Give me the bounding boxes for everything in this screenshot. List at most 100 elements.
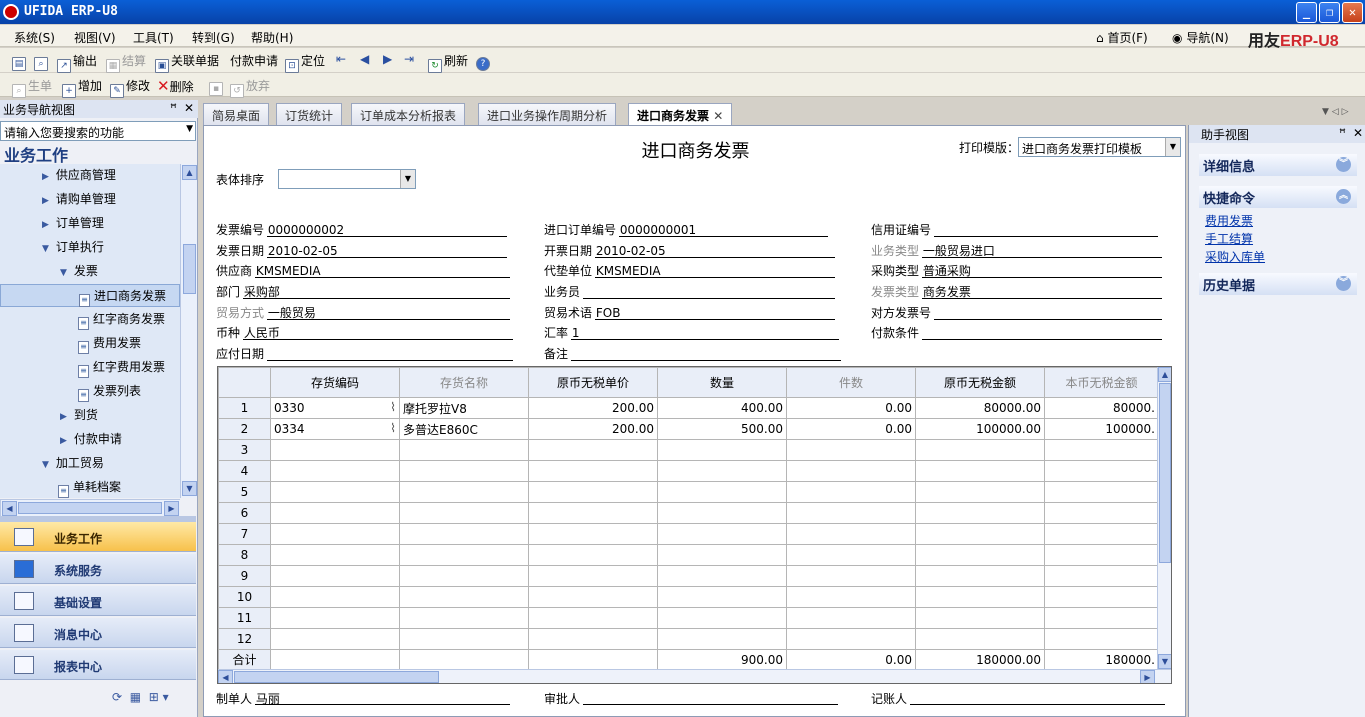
cell-amount[interactable] xyxy=(915,565,1045,587)
grid-vertical-scrollbar[interactable]: ▲ ▼ xyxy=(1157,367,1171,669)
cell-amount[interactable] xyxy=(915,481,1045,503)
cell-pieces[interactable] xyxy=(786,544,916,566)
col-amount[interactable]: 原币无税金额 xyxy=(915,367,1045,398)
cell-amount[interactable] xyxy=(915,544,1045,566)
approver-field[interactable]: 审批人 xyxy=(544,690,580,707)
cell-amount[interactable] xyxy=(915,460,1045,482)
cell-pieces[interactable] xyxy=(786,607,916,629)
cell-name[interactable] xyxy=(399,565,529,587)
link-purchase-receipt[interactable]: 采购入库单 xyxy=(1205,248,1265,265)
cell-code[interactable] xyxy=(270,628,400,650)
cell-local[interactable]: 100000. xyxy=(1044,418,1159,440)
delete-button[interactable]: ✕删除 xyxy=(157,77,194,95)
scroll-thumb[interactable] xyxy=(1159,383,1171,563)
cell-amount[interactable] xyxy=(915,523,1045,545)
scroll-left-icon[interactable]: ◀ xyxy=(2,501,17,516)
tree-item-expense-invoice[interactable]: ≡ 费用发票 xyxy=(0,332,180,355)
cell-name[interactable] xyxy=(399,502,529,524)
cell-code[interactable] xyxy=(270,586,400,608)
cell-price[interactable] xyxy=(528,523,658,545)
add-button[interactable]: + 增加 xyxy=(62,77,102,98)
cell-pieces[interactable] xyxy=(786,565,916,587)
close-tab-icon[interactable]: ✕ xyxy=(713,109,723,123)
print-button[interactable]: ▤ xyxy=(12,52,28,71)
cell-name[interactable]: 多普达E860C xyxy=(399,418,529,440)
cell-code[interactable] xyxy=(270,523,400,545)
tree-item-order-mgmt[interactable]: ▶ 订单管理 xyxy=(0,212,180,235)
table-row[interactable]: 8 xyxy=(218,544,1159,566)
tree-item-red-expense[interactable]: ≡ 红字费用发票 xyxy=(0,356,180,379)
cell-code[interactable]: 0334 ⌇ xyxy=(270,418,400,440)
scroll-down-icon[interactable]: ▼ xyxy=(182,481,197,496)
remark-field[interactable]: 备注 xyxy=(544,345,568,362)
cell-price[interactable] xyxy=(528,544,658,566)
cell-name[interactable] xyxy=(399,439,529,461)
pin-icon[interactable]: ꟸ xyxy=(1339,126,1346,140)
col-pieces[interactable]: 件数 xyxy=(786,367,916,398)
cell-qty[interactable] xyxy=(657,523,787,545)
cell-local[interactable] xyxy=(1044,460,1159,482)
close-button[interactable]: ✕ xyxy=(1342,2,1363,23)
cell-price[interactable] xyxy=(528,481,658,503)
cell-local[interactable] xyxy=(1044,586,1159,608)
cell-code[interactable] xyxy=(270,607,400,629)
menu-system[interactable]: 系统(S) xyxy=(14,29,55,46)
cell-qty[interactable] xyxy=(657,439,787,461)
nav-link[interactable]: ◉ 导航(N) xyxy=(1172,29,1229,46)
table-row[interactable]: 12 xyxy=(218,628,1159,650)
scroll-down-icon[interactable]: ▼ xyxy=(1158,654,1171,669)
cell-local[interactable] xyxy=(1044,439,1159,461)
cell-price[interactable]: 200.00 xyxy=(528,418,658,440)
cell-qty[interactable] xyxy=(657,628,787,650)
menu-help[interactable]: 帮助(H) xyxy=(251,29,293,46)
cell-price[interactable] xyxy=(528,586,658,608)
lc-no-field[interactable]: 信用证编号 xyxy=(871,221,931,238)
cell-name[interactable] xyxy=(399,481,529,503)
abandon-button[interactable]: ↺ 放弃 xyxy=(230,77,270,98)
cell-qty[interactable] xyxy=(657,544,787,566)
col-local-amount[interactable]: 本币无税金额 xyxy=(1044,367,1159,398)
table-row[interactable]: 2 0334 ⌇ 多普达E860C 200.00 500.00 0.00 100000.00 1… xyxy=(218,418,1159,440)
tab-list-icon[interactable]: ▼ xyxy=(1322,107,1329,117)
section-history[interactable]: 历史单据 ︾ xyxy=(1199,273,1357,295)
edit-button[interactable]: ✎ 修改 xyxy=(110,77,150,98)
col-item-name[interactable]: 存货名称 xyxy=(399,367,529,398)
tree-item-red-invoice[interactable]: ≡ 红字商务发票 xyxy=(0,308,180,331)
cell-price[interactable] xyxy=(528,607,658,629)
table-row[interactable]: 1 0330 ⌇ 摩托罗拉V8 200.00 400.00 0.00 80000.00 8000… xyxy=(218,397,1159,419)
module-system-service[interactable]: 系统服务 xyxy=(0,554,196,584)
related-doc-button[interactable]: ▣ 关联单据 xyxy=(155,52,219,73)
export-button[interactable]: ↗ 输出 xyxy=(57,52,97,73)
expand-chevron-icon[interactable]: ︾ xyxy=(1336,276,1351,291)
cell-pieces[interactable] xyxy=(786,481,916,503)
tab-cost-analysis[interactable]: 订单成本分析报表 xyxy=(351,103,466,125)
cell-price[interactable] xyxy=(528,565,658,587)
cell-name[interactable] xyxy=(399,607,529,629)
section-details[interactable]: 详细信息 ︾ xyxy=(1199,154,1357,176)
next-record-button[interactable]: ▶ xyxy=(383,52,392,66)
save-button[interactable]: ▪ xyxy=(209,77,225,96)
cell-code[interactable] xyxy=(270,565,400,587)
cell-code[interactable] xyxy=(270,481,400,503)
cell-name[interactable] xyxy=(399,628,529,650)
cell-code[interactable] xyxy=(270,544,400,566)
menu-goto[interactable]: 转到(G) xyxy=(192,29,235,46)
cell-local[interactable] xyxy=(1044,544,1159,566)
pin-icon[interactable]: ꟸ xyxy=(170,101,177,115)
function-search-input[interactable]: 请输入您要搜索的功能 ▼ xyxy=(0,121,196,141)
cell-local[interactable]: 80000. xyxy=(1044,397,1159,419)
link-manual-settle[interactable]: 手工结算 xyxy=(1205,230,1253,247)
cell-local[interactable] xyxy=(1044,502,1159,524)
dropdown-arrow-icon[interactable]: ▼ xyxy=(186,124,193,134)
tree-item-order-exec[interactable]: ▼ 订单执行 xyxy=(0,236,180,259)
tab-order-stats[interactable]: 订货统计 xyxy=(276,103,343,125)
cell-price[interactable] xyxy=(528,439,658,461)
tree-item-arrival[interactable]: ▶ 到货 xyxy=(0,404,180,427)
cell-qty[interactable] xyxy=(657,586,787,608)
collapse-chevron-icon[interactable]: ︽ xyxy=(1336,189,1351,204)
tab-next-icon[interactable]: ▷ xyxy=(1342,107,1349,117)
h-scroll-thumb[interactable] xyxy=(234,671,439,683)
peer-invoice-field[interactable]: 对方发票号 xyxy=(871,304,931,321)
home-link[interactable]: ⌂ 首页(F) xyxy=(1096,29,1148,46)
sync-icon[interactable]: ⟳ xyxy=(112,690,122,704)
